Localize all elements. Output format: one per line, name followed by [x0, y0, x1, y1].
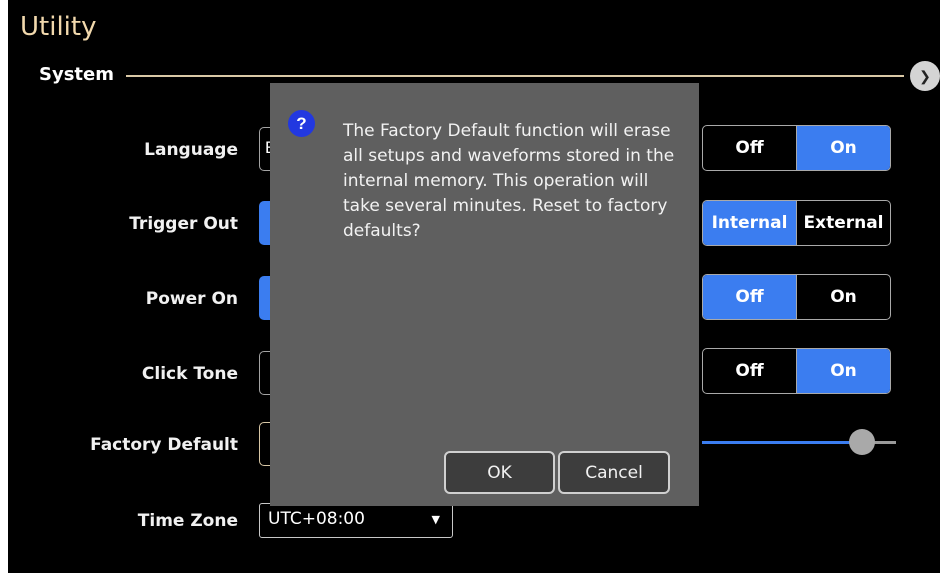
chevron-down-icon[interactable]: ❯	[910, 61, 940, 91]
toggle-row2-internal[interactable]: Internal	[703, 201, 796, 245]
toggle-row1: Off On	[702, 125, 891, 171]
slider-handle[interactable]	[849, 429, 875, 455]
utility-screen: Utility System ❯ Language Trigger Out Po…	[8, 0, 940, 573]
toggle-row1-off[interactable]: Off	[703, 126, 796, 170]
time-zone-label: Time Zone	[137, 511, 238, 531]
power-on-label: Power On	[145, 289, 238, 309]
slider-track-empty	[874, 441, 896, 444]
toggle-row3: Off On	[702, 274, 891, 320]
toggle-row2-external[interactable]: External	[796, 201, 890, 245]
page-title: Utility	[20, 12, 97, 42]
toggle-row4: Off On	[702, 348, 891, 394]
toggle-row3-on[interactable]: On	[796, 275, 890, 319]
click-tone-label: Click Tone	[141, 364, 238, 384]
toggle-row4-off[interactable]: Off	[703, 349, 796, 393]
dropdown-arrow-icon: ▼	[431, 513, 440, 526]
toggle-row3-off[interactable]: Off	[703, 275, 796, 319]
dialog-message: The Factory Default function will erase …	[343, 121, 675, 241]
slider-track-filled	[702, 441, 862, 444]
ok-button[interactable]: OK	[444, 451, 555, 494]
cancel-button[interactable]: Cancel	[558, 451, 670, 494]
time-zone-value: UTC+08:00	[268, 509, 365, 529]
question-icon: ?	[288, 110, 315, 137]
toggle-row2: Internal External	[702, 200, 891, 246]
time-zone-select[interactable]: UTC+08:00 ▼	[259, 503, 453, 538]
section-label-system: System	[39, 64, 114, 85]
toggle-row1-on[interactable]: On	[796, 126, 890, 170]
language-label: Language	[144, 140, 238, 160]
factory-default-label: Factory Default	[90, 435, 238, 455]
trigger-out-label: Trigger Out	[129, 214, 238, 234]
toggle-row4-on[interactable]: On	[796, 349, 890, 393]
factory-default-dialog: ? The Factory Default function will eras…	[270, 83, 699, 506]
section-divider	[126, 75, 904, 77]
